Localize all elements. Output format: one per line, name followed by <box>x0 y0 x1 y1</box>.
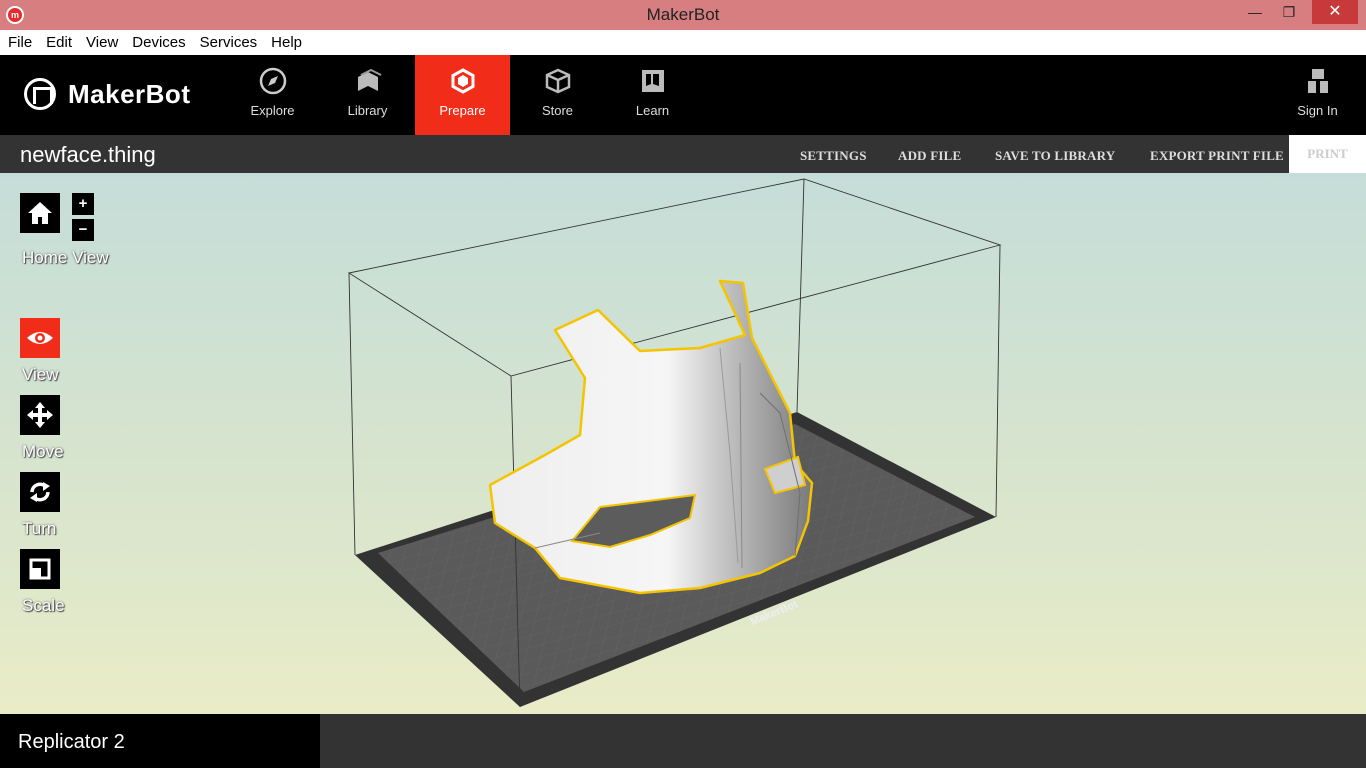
user-icon <box>1307 69 1328 93</box>
turn-tool-button[interactable] <box>20 472 60 512</box>
settings-button[interactable]: SETTINGS <box>800 148 867 164</box>
tab-store-label: Store <box>541 103 574 118</box>
tab-prepare-label: Prepare <box>439 103 486 118</box>
rotate-icon <box>30 482 50 502</box>
menu-help[interactable]: Help <box>271 34 302 51</box>
makerbot-logo[interactable]: MakerBot <box>24 78 190 110</box>
tab-store[interactable]: Store <box>510 55 605 135</box>
compass-icon <box>259 67 286 95</box>
prepare-icon <box>451 68 474 94</box>
menu-services[interactable]: Services <box>200 34 258 51</box>
menu-devices[interactable]: Devices <box>132 34 185 51</box>
printer-name: Replicator 2 <box>18 731 125 753</box>
add-file-button[interactable]: ADD FILE <box>898 148 961 164</box>
menu-view[interactable]: View <box>86 34 118 51</box>
move-arrows-icon <box>27 402 53 428</box>
sign-in-button[interactable]: Sign In <box>1270 55 1365 135</box>
scale-icon <box>29 558 51 580</box>
eye-icon <box>27 332 53 344</box>
minimize-button[interactable]: — <box>1242 0 1268 24</box>
export-print-file-button[interactable]: EXPORT PRINT FILE <box>1150 148 1284 164</box>
home-view-label: Home View <box>22 248 109 267</box>
maximize-button[interactable]: ❐ <box>1276 0 1302 24</box>
tab-learn[interactable]: Learn <box>605 55 700 135</box>
brand-name: MakerBot <box>68 78 191 109</box>
title-bar: m MakerBot — ❐ ✕ <box>0 0 1366 30</box>
learn-book-icon <box>641 70 664 92</box>
close-button[interactable]: ✕ <box>1312 0 1358 24</box>
print-button[interactable]: PRINT <box>1289 135 1366 173</box>
scale-tool-button[interactable] <box>20 549 60 589</box>
view-label: View <box>22 365 59 384</box>
tab-library-label: Library <box>347 103 388 118</box>
view-tool-button[interactable] <box>20 318 60 358</box>
menu-bar: File Edit View Devices Services Help <box>0 30 1366 55</box>
store-box-icon <box>545 68 570 94</box>
home-view-button[interactable] <box>20 193 60 233</box>
zoom-in-button[interactable]: + <box>72 193 94 215</box>
build-scene: MakerBot <box>347 178 1002 708</box>
tab-prepare[interactable]: Prepare <box>415 55 510 135</box>
tab-learn-label: Learn <box>635 103 670 118</box>
move-tool-button[interactable] <box>20 395 60 435</box>
3d-viewport[interactable]: MakerBot + − Home View View Move Turn Sc… <box>0 173 1366 714</box>
sign-in-label: Sign In <box>1297 103 1338 118</box>
3d-model[interactable] <box>488 279 814 595</box>
menu-edit[interactable]: Edit <box>46 34 72 51</box>
home-icon <box>28 202 52 224</box>
tab-explore-label: Explore <box>250 103 295 118</box>
save-to-library-button[interactable]: SAVE TO LIBRARY <box>995 148 1115 164</box>
window-title: MakerBot <box>646 5 720 24</box>
tab-library[interactable]: Library <box>320 55 415 135</box>
makerbot-m-icon <box>24 78 56 110</box>
menu-file[interactable]: File <box>8 34 32 51</box>
tab-explore[interactable]: Explore <box>225 55 320 135</box>
file-name: newface.thing <box>20 142 156 167</box>
scale-label: Scale <box>22 596 65 615</box>
printer-selector[interactable]: Replicator 2 <box>0 714 320 768</box>
library-icon <box>357 68 381 91</box>
zoom-out-button[interactable]: − <box>72 219 94 241</box>
move-label: Move <box>22 442 64 461</box>
turn-label: Turn <box>22 519 57 538</box>
